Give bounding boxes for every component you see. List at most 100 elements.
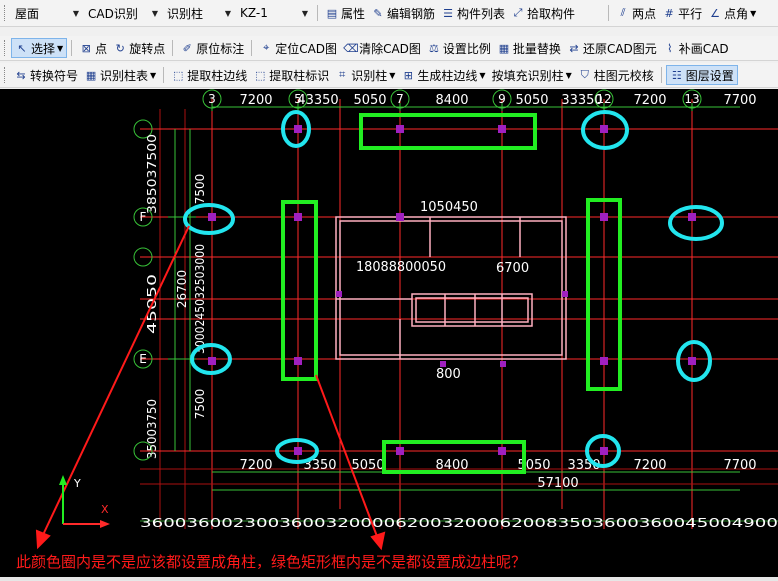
dim-text: 26700 bbox=[175, 270, 189, 308]
question-annotation: 此颜色圈内是不是应该都设置成角柱，绿色矩形框内是不是都设置成边柱呢？ bbox=[16, 553, 527, 571]
toolbar-grip[interactable] bbox=[4, 40, 8, 56]
set-scale-button[interactable]: ⚖ 设置比例 bbox=[424, 38, 494, 58]
point-icon: ⊠ bbox=[81, 41, 91, 55]
edit-rebar-label: 编辑钢筋 bbox=[387, 6, 436, 21]
separator bbox=[660, 67, 662, 83]
add-draw-icon: ⌇ bbox=[667, 41, 673, 55]
check-icon: ⛉ bbox=[580, 68, 589, 81]
original-mark-label: 原位标注 bbox=[196, 41, 245, 56]
parallel-button[interactable]: # 平行 bbox=[659, 3, 705, 23]
dim-text: 5050 bbox=[353, 93, 386, 108]
select-button[interactable]: ↖ 选择 ▼ bbox=[11, 38, 68, 58]
cad-mode-select[interactable]: CAD识别 ▼ bbox=[84, 3, 161, 23]
component-list-button[interactable]: ☰ 构件列表 bbox=[438, 3, 508, 23]
column-check-button[interactable]: ⛉ 柱图元校核 bbox=[575, 65, 657, 85]
generate-column-edge-label: 生成柱边线 bbox=[417, 68, 478, 83]
extract-column-edge-button[interactable]: ⬚ 提取柱边线 bbox=[168, 65, 250, 85]
floor-select[interactable]: 屋面 ▼ bbox=[11, 3, 82, 23]
extract-column-label-button[interactable]: ⬚ 提取柱标识 bbox=[250, 65, 332, 85]
center-label: 18088800050 bbox=[356, 260, 446, 275]
center-label: 6700 bbox=[496, 261, 529, 276]
dim-text: 7200 bbox=[633, 93, 666, 108]
mark-icon: ✐ bbox=[182, 41, 192, 55]
generate-column-edge-button[interactable]: ⊞ 生成柱边线 ▼ bbox=[398, 65, 488, 85]
edit-rebar-icon: ✎ bbox=[373, 6, 383, 20]
cad-drawing: 3 5 7 9 12 13 F E 7200 43350 5050 8400 5… bbox=[35, 89, 778, 551]
point-angle-label: 点角 bbox=[724, 6, 749, 21]
axis-label: 3 bbox=[208, 92, 216, 106]
axis-label: 13 bbox=[684, 92, 699, 106]
chevron-down-icon: ▼ bbox=[72, 8, 79, 18]
chevron-down-icon: ▼ bbox=[750, 8, 757, 18]
toolbar-grip[interactable] bbox=[4, 5, 8, 21]
original-mark-button[interactable]: ✐ 原位标注 bbox=[177, 38, 247, 58]
identify-column-table-button[interactable]: ▦ 识别柱表 ▼ bbox=[81, 65, 159, 85]
rotate-point-button[interactable]: ↻ 旋转点 bbox=[110, 38, 168, 58]
two-point-icon: ⫽ bbox=[620, 6, 626, 19]
status-bar bbox=[0, 577, 778, 581]
cyan-corner-marks bbox=[183, 110, 724, 468]
rotate-icon: ↻ bbox=[115, 41, 125, 55]
extract-edge-icon: ⬚ bbox=[172, 68, 184, 82]
extract-label-icon: ⬚ bbox=[255, 68, 266, 82]
chevron-down-icon: ▼ bbox=[224, 8, 231, 18]
dim-text: 8400 bbox=[435, 93, 468, 108]
identify-column-label: 识别柱 bbox=[351, 68, 388, 83]
separator bbox=[163, 67, 165, 83]
center-label: 1050450 bbox=[420, 200, 478, 215]
locate-cad-label: 定位CAD图 bbox=[275, 41, 338, 56]
point-angle-button[interactable]: ∠ 点角 ▼ bbox=[705, 3, 759, 23]
two-point-button[interactable]: ⫽ 两点 bbox=[613, 3, 659, 23]
properties-icon: ▤ bbox=[326, 6, 338, 20]
pick-component-label: 拾取构件 bbox=[527, 6, 576, 21]
green-rect bbox=[281, 200, 318, 381]
point-button[interactable]: ⊠ 点 bbox=[76, 38, 110, 58]
dense-dim-text: 3000245032503000 bbox=[193, 244, 207, 354]
layer-settings-label: 图层设置 bbox=[685, 68, 734, 83]
point-label: 点 bbox=[95, 41, 108, 56]
restore-icon: ⇄ bbox=[569, 41, 579, 55]
component-select[interactable]: KZ-1 ▼ bbox=[236, 3, 311, 23]
add-cad-button[interactable]: ⌇ 补画CAD bbox=[660, 38, 732, 58]
chevron-down-icon: ▼ bbox=[389, 70, 396, 80]
batch-replace-button[interactable]: ▦ 批量替换 bbox=[494, 38, 564, 58]
floor-select-value: 屋面 bbox=[15, 6, 40, 21]
cad-mode-value: CAD识别 bbox=[88, 6, 138, 21]
edit-rebar-button[interactable]: ✎ 编辑钢筋 bbox=[368, 3, 438, 23]
chevron-down-icon: ▼ bbox=[151, 8, 158, 18]
clear-cad-button[interactable]: ⌫ 清除CAD图 bbox=[340, 38, 424, 58]
toolbar-grip[interactable] bbox=[4, 67, 8, 83]
dim-text: 43350 bbox=[297, 93, 338, 108]
cursor-icon: ↖ bbox=[17, 41, 27, 55]
cad-canvas[interactable]: 3 5 7 9 12 13 F E 7200 43350 5050 8400 5… bbox=[0, 89, 778, 577]
dim-text: 7200 bbox=[239, 458, 272, 473]
parallel-label: 平行 bbox=[678, 6, 703, 21]
dim-text: 7500 bbox=[193, 389, 207, 420]
identify-column-table-label: 识别柱表 bbox=[100, 68, 149, 83]
identify-column-button[interactable]: ⌗ 识别柱 ▼ bbox=[332, 65, 398, 85]
dim-text: 7700 bbox=[723, 458, 756, 473]
identify-toolbar: ⇆ 转换符号 ▦ 识别柱表 ▼ ⬚ 提取柱边线 ⬚ 提取柱标识 ⌗ 识别柱 ▼ … bbox=[0, 63, 778, 88]
separator bbox=[317, 5, 318, 21]
chevron-down-icon: ▼ bbox=[565, 70, 572, 80]
convert-symbol-button[interactable]: ⇆ 转换符号 bbox=[11, 65, 81, 85]
identify-select[interactable]: 识别柱 ▼ bbox=[163, 3, 234, 23]
axis-label: 9 bbox=[498, 92, 506, 106]
axis-lines-horizontal bbox=[140, 128, 778, 485]
axis-label: E bbox=[139, 352, 147, 366]
select-label: 选择 bbox=[31, 41, 56, 56]
layer-settings-button[interactable]: ☷ 图层设置 bbox=[665, 65, 738, 85]
center-label: 800 bbox=[436, 367, 461, 382]
total-dim-text: 57100 bbox=[537, 476, 578, 491]
pick-component-button[interactable]: ⤢ 拾取构件 bbox=[508, 3, 578, 23]
fill-identify-button[interactable]: 按填充识别柱 ▼ bbox=[489, 65, 575, 85]
restore-cad-label: 还原CAD图元 bbox=[582, 41, 657, 56]
restore-cad-button[interactable]: ⇄ 还原CAD图元 bbox=[564, 38, 660, 58]
attr-button[interactable]: ▤ 属性 bbox=[322, 3, 368, 23]
separator bbox=[608, 5, 610, 21]
chevron-down-icon: ▼ bbox=[301, 8, 308, 18]
clear-icon: ⌫ bbox=[343, 41, 359, 55]
scale-icon: ⚖ bbox=[428, 41, 439, 55]
dim-text: 5050 bbox=[515, 93, 548, 108]
locate-cad-button[interactable]: ⌖ 定位CAD图 bbox=[256, 38, 340, 58]
